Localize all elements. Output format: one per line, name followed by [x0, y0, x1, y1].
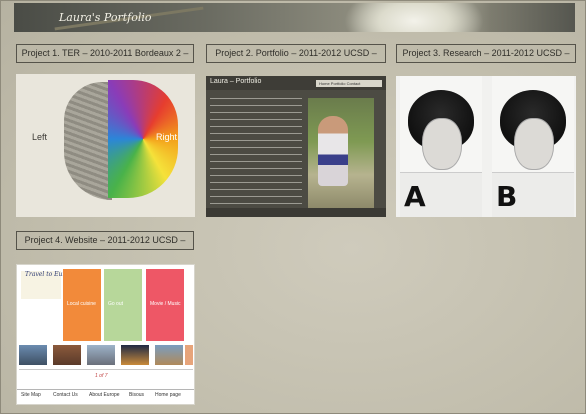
- footer-link-about-europe: About Europe: [89, 392, 120, 398]
- project-4-label[interactable]: Project 4. Website – 2011-2012 UCSD –: [16, 231, 194, 250]
- project-2-thumbnail[interactable]: Laura – Portfolio Home Portfolio Contact: [206, 76, 386, 217]
- project-3-label[interactable]: Project 3. Research – 2011-2012 UCSD –: [396, 44, 576, 63]
- photo-thumb: [53, 345, 81, 365]
- brain-left-label: Left: [32, 132, 48, 142]
- photo-thumb: [185, 345, 193, 365]
- footer-link-site-map: Site Map: [21, 392, 41, 398]
- thumb-photo: [308, 98, 374, 208]
- footer-nav: Site Map Contact Us About Europe Bisous …: [17, 389, 194, 399]
- column-movie-music: Movie / Music: [146, 269, 184, 341]
- banner-flower-image: [344, 3, 484, 32]
- column-local-cuisine: Local cuisine: [63, 269, 101, 341]
- portrait-face: [514, 118, 554, 170]
- photo-thumb: [121, 345, 149, 365]
- project-4-thumbnail[interactable]: Travel to Europe Local cuisine Go out Mo…: [16, 264, 195, 405]
- column-label: Go out: [108, 301, 124, 307]
- thumb-nav: Home Portfolio Contact: [316, 80, 382, 87]
- footer-link-contact-us: Contact Us: [53, 392, 78, 398]
- column-go-out: Go out: [104, 269, 142, 341]
- site-title: Laura's Portfolio: [59, 11, 152, 24]
- footer-link-bisous: Bisous: [129, 392, 145, 398]
- thumb-footer: [206, 208, 386, 217]
- footer-link-home-page: Home page: [155, 392, 181, 398]
- project-3-thumbnail[interactable]: A B: [396, 76, 576, 217]
- column-label: Movie / Music: [150, 301, 181, 307]
- photo-strip: [19, 345, 193, 367]
- brain-left-image: [64, 82, 112, 200]
- panel-a-letter: A: [404, 180, 426, 213]
- portrait-face: [422, 118, 462, 170]
- project-1-thumbnail[interactable]: Left Right: [16, 74, 195, 217]
- research-panel-a: A: [400, 76, 482, 217]
- photo-pager: 1 of 7: [95, 373, 108, 379]
- thumb-person-image: [318, 116, 348, 186]
- photo-thumb: [19, 345, 47, 365]
- photo-thumb: [155, 345, 183, 365]
- project-1-label[interactable]: Project 1. TER – 2010-2011 Bordeaux 2 –: [16, 44, 194, 63]
- thumb-site-title: Laura – Portfolio: [210, 78, 262, 85]
- slider-track: [19, 369, 193, 370]
- research-panel-b: B: [492, 76, 574, 217]
- panel-b-letter: B: [496, 180, 518, 213]
- thumb-text-block: [210, 98, 302, 208]
- project-2-label[interactable]: Project 2. Portfolio – 2011-2012 UCSD –: [206, 44, 386, 63]
- brain-right-label: Right: [156, 132, 178, 142]
- header-banner: Laura's Portfolio: [14, 3, 575, 32]
- column-label: Local cuisine: [67, 301, 96, 307]
- photo-thumb: [87, 345, 115, 365]
